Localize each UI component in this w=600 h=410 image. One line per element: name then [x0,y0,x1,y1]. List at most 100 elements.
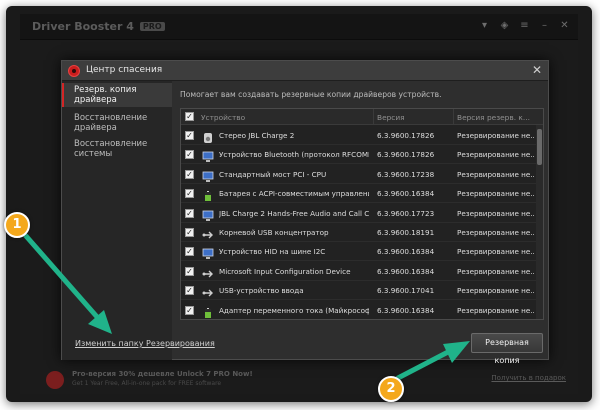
driver-booster-logo-icon [68,65,80,77]
sidebar-item-label: Восстановление [74,139,148,149]
app-title: Driver Booster 4 PRO [32,20,165,33]
shirt-icon[interactable]: ▾ [479,20,490,31]
backup-status-cell: Резервирование не... [457,131,535,140]
version-cell: 6.3.9600.18191 [377,228,435,237]
device-name-cell: JBL Charge 2 Hands-Free Audio and Call C… [219,208,369,218]
column-header-backup-status[interactable]: Версия резерв. к... [457,113,530,122]
backup-status-cell: Резервирование не... [457,286,535,296]
scrollbar-thumb[interactable] [537,129,542,165]
usb-icon [202,265,214,278]
backup-button[interactable]: Резервная копия [471,333,543,365]
column-header-device[interactable]: Устройство [201,113,245,122]
table-row[interactable]: ✓ JBL Charge 2 Hands-Free Audio and Call … [181,204,536,223]
version-cell: 6.3.9600.16384 [377,189,435,199]
dialog-title: Центр спасения [86,65,163,75]
battery-icon [202,187,214,202]
backup-status-cell: Резервирование не... [457,247,535,257]
version-cell: 6.3.9600.16384 [377,247,435,257]
row-checkbox[interactable]: ✓ [185,208,194,218]
row-checkbox[interactable]: ✓ [185,286,194,296]
monitor-icon [202,148,214,163]
row-checkbox[interactable]: ✓ [185,189,194,199]
sidebar-item-driver-backup[interactable]: Резерв. копия драйвера [62,83,172,107]
titlebar-icons: ▾ ◈ ≡ – ✕ [479,20,570,31]
shield-icon[interactable]: ◈ [499,20,510,31]
device-name-cell: Стерео JBL Charge 2 [219,131,295,140]
row-checkbox[interactable]: ✓ [185,247,194,257]
version-cell: 6.3.9600.17826 [377,150,435,160]
sidebar-item-label: Восстановление [74,113,148,123]
app-title-text: Driver Booster 4 [32,20,134,33]
close-icon[interactable]: ✕ [532,63,542,77]
dialog-hint: Помогает вам создавать резервные копии д… [180,90,442,99]
backup-status-cell: Резервирование не... [457,228,535,237]
sidebar-item-driver-restore[interactable]: Восстановление драйвера [62,111,172,135]
row-checkbox[interactable]: ✓ [185,169,194,179]
sidebar-item-label: драйвера [74,95,117,105]
table-row[interactable]: ✓ Microsoft Input Configuration Device 6.3… [181,262,536,281]
version-cell: 6.3.9600.17041 [377,286,435,296]
version-cell: 6.3.9600.16384 [377,266,435,276]
monitor-icon [202,245,214,260]
version-cell: 6.3.9600.17238 [377,169,435,179]
usb-icon [202,284,214,297]
battery-icon [202,304,214,318]
window-close-icon[interactable]: ✕ [559,20,570,31]
monitor-icon [202,207,214,221]
device-name-cell: Батарея с ACPI-совместимым управлением (… [219,189,369,199]
device-name-cell: Стандартный мост PCI - CPU [219,169,327,179]
backup-status-cell: Резервирование не... [457,150,535,160]
change-backup-folder-link[interactable]: Изменить папку Резервирования [75,339,215,348]
table-row[interactable]: ✓ Адаптер переменного тока (Майкрософт) 6.… [181,301,536,319]
device-name-cell: Устройство Bluetooth (протокол RFCOMM TD… [219,150,369,160]
app-badge: PRO [139,22,165,31]
device-name-cell: Устройство HID на шине I2C [219,247,326,257]
row-checkbox[interactable]: ✓ [185,266,194,276]
usb-icon [202,226,214,239]
row-checkbox[interactable]: ✓ [185,131,194,140]
table-row[interactable]: ✓ Стерео JBL Charge 2 6.3.9600.17826 Резерв… [181,126,536,145]
backup-status-cell: Резервирование не... [457,208,535,218]
device-name-cell: Адаптер переменного тока (Майкрософт) [219,305,369,315]
row-checkbox[interactable]: ✓ [185,228,194,237]
speaker-icon [202,129,214,143]
footer-link[interactable]: Получить в подарок [491,374,566,382]
table-row[interactable]: ✓ Стандартный мост PCI - CPU 6.3.9600.1723… [181,165,536,184]
column-divider [373,109,374,125]
screenshot-frame: Driver Booster 4 PRO ▾ ◈ ≡ – ✕ Pro-версия… [6,6,592,402]
device-name-cell: Корневой USB концентратор [219,228,329,237]
minimize-icon[interactable]: – [539,20,550,31]
monitor-icon [202,168,214,182]
menu-icon[interactable]: ≡ [519,20,530,31]
select-all-checkbox[interactable]: ✓ [185,112,194,121]
row-checkbox[interactable]: ✓ [185,150,194,160]
version-cell: 6.3.9600.17826 [377,131,435,140]
row-checkbox[interactable]: ✓ [185,305,194,315]
promo-line-2: Get 1 Year Free, All-in-one pack for FRE… [72,380,222,387]
sidebar-item-label: Резерв. копия [74,85,137,95]
table-header: ✓ Устройство Версия Версия резерв. к... [181,109,543,125]
version-cell: 6.3.9600.17723 [377,208,435,218]
table-row[interactable]: ✓ USB-устройство ввода 6.3.9600.17041 Резер… [181,281,536,301]
device-name-cell: USB-устройство ввода [219,286,304,296]
version-cell: 6.3.9600.16384 [377,305,435,315]
promo-icon [46,371,64,389]
table-row[interactable]: ✓ Устройство HID на шине I2C 6.3.9600.1638… [181,242,536,262]
table-scrollbar[interactable] [536,125,543,319]
sidebar-item-system-restore[interactable]: Восстановление системы [62,137,172,161]
sidebar-item-label: драйвера [74,123,117,133]
table-row[interactable]: ✓ Корневой USB концентратор 6.3.9600.18191… [181,223,536,242]
promo-line-1: Pro-версия 30% дешевле Unlock 7 PRO Now! [72,370,253,378]
backup-status-cell: Резервирование не... [457,305,535,315]
backup-status-cell: Резервирование не... [457,189,535,199]
table-row[interactable]: ✓ Устройство Bluetooth (протокол RFCOMM T… [181,145,536,165]
dialog-titlebar: Центр спасения ✕ [62,61,548,81]
app-footer: Pro-версия 30% дешевле Unlock 7 PRO Now!… [34,362,574,392]
column-header-version[interactable]: Версия [377,113,405,122]
table-row[interactable]: ✓ Батарея с ACPI-совместимым управлением … [181,184,536,204]
dialog-sidebar: Резерв. копия драйвера Восстановление др… [62,81,172,360]
annotation-marker-2: 2 [378,376,404,402]
backup-status-cell: Резервирование не... [457,169,535,179]
annotation-marker-1: 1 [4,212,30,238]
rescue-center-dialog: Центр спасения ✕ Резерв. копия драйвера … [61,60,549,365]
